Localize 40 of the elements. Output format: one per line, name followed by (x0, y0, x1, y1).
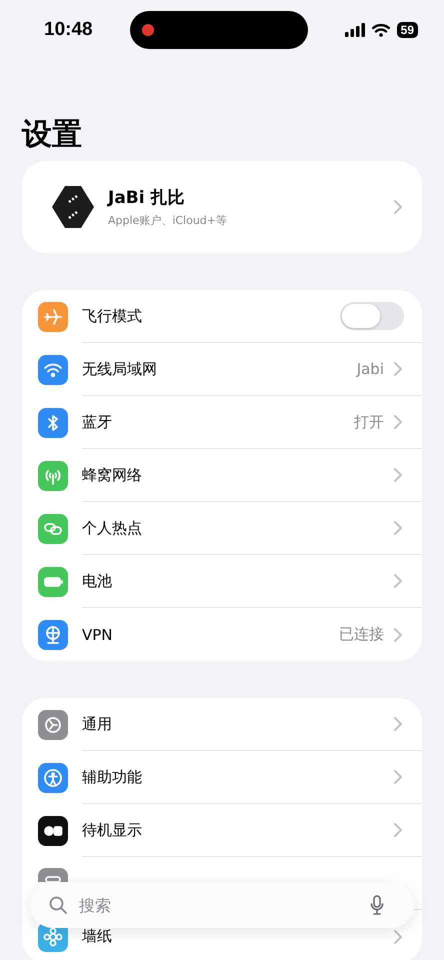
row-label[interactable]: 个人热点 (82, 518, 384, 538)
search-input[interactable]: 搜索 (77, 894, 360, 916)
wifi-icon (372, 23, 390, 37)
toggle-switch[interactable] (340, 302, 404, 330)
row-label[interactable]: 电池 (82, 572, 384, 590)
avatar-logo-icon (50, 184, 96, 230)
row-label[interactable]: 待机显示 (82, 820, 384, 840)
signal-icon (344, 23, 365, 37)
row-label[interactable]: 飞行模式 (82, 306, 330, 326)
chevron-icon (394, 362, 402, 376)
battery-level: 59 (396, 22, 418, 38)
row-label[interactable]: 蓝牙 (82, 412, 344, 432)
chevron-icon (394, 415, 402, 429)
row-label[interactable]: 辅助功能 (82, 768, 384, 786)
chevron-icon (394, 930, 402, 944)
row-label[interactable]: VPN (82, 626, 329, 644)
row-value: Jabi (356, 360, 384, 378)
microphone-icon[interactable] (370, 895, 384, 915)
account-name: JaBi 扎比 (108, 187, 186, 209)
row-label[interactable]: 墙纸 (82, 927, 384, 946)
chevron-icon (394, 628, 402, 642)
chevron-icon (394, 823, 402, 837)
status-time: 10:48 (44, 19, 93, 41)
account-card[interactable]: JaBi 扎比 Apple账户、iCloud+等 (22, 161, 422, 253)
row-label[interactable]: 通用 (82, 714, 384, 734)
page-title: 设置 (22, 117, 83, 153)
chevron-icon (394, 574, 402, 588)
chevron-icon (394, 200, 402, 214)
account-subtitle: Apple账户、iCloud+等 (108, 213, 228, 228)
chevron-icon (394, 468, 402, 482)
search-bar[interactable]: 搜索 (30, 882, 414, 928)
chevron-icon (394, 770, 402, 784)
row-label[interactable]: 无线局域网 (82, 360, 347, 378)
chevron-icon (394, 521, 402, 535)
row-value: 打开 (354, 412, 384, 432)
chevron-icon (394, 717, 402, 731)
row-value: 已连接 (339, 625, 384, 644)
row-label[interactable]: 蜂窝网络 (82, 466, 384, 484)
recording-dot-icon (142, 24, 154, 36)
search-icon (49, 896, 67, 914)
